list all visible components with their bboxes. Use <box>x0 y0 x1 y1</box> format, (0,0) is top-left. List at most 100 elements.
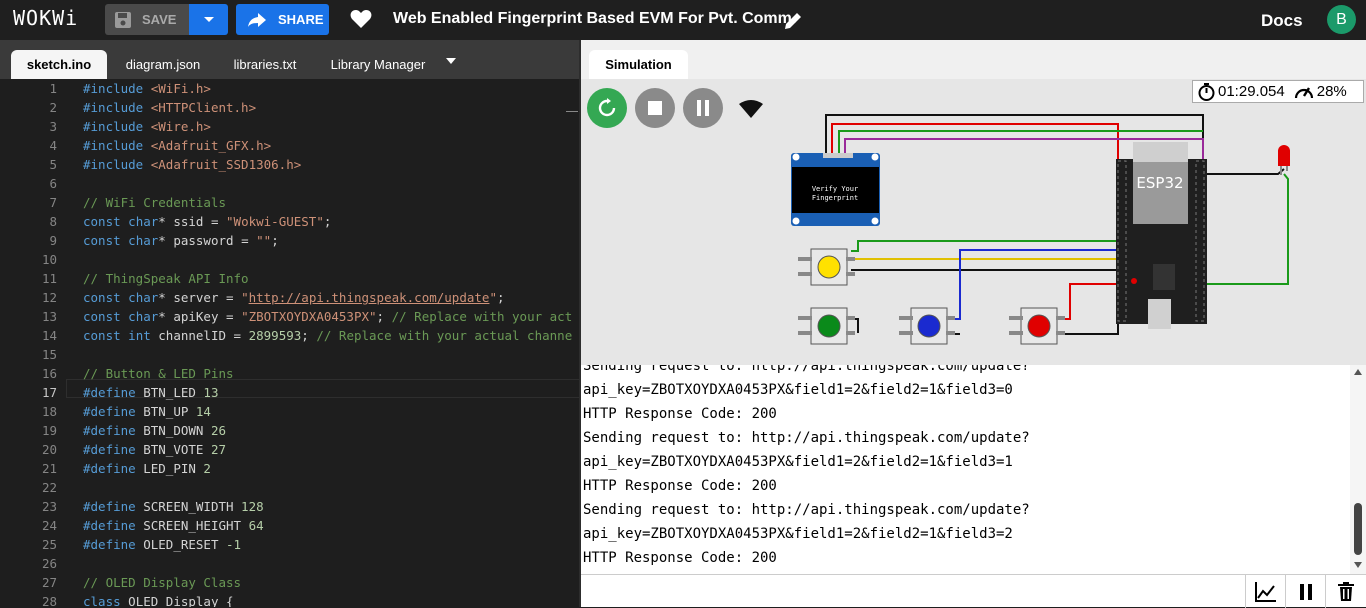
tab-diagram-json[interactable]: diagram.json <box>113 50 213 79</box>
clear-serial-button[interactable] <box>1325 575 1365 608</box>
serial-pause-button[interactable] <box>1285 575 1325 608</box>
code-line[interactable]: 19 #define BTN_DOWN 26 <box>0 421 580 440</box>
docs-link[interactable]: Docs <box>1261 11 1303 31</box>
code-text: #include <Adafruit_GFX.h> <box>83 138 272 153</box>
code-line[interactable]: 7 // WiFi Credentials <box>0 193 580 212</box>
code-line[interactable]: 4 #include <Adafruit_GFX.h> <box>0 136 580 155</box>
user-avatar[interactable]: B <box>1327 5 1356 34</box>
code-text: // WiFi Credentials <box>83 195 226 210</box>
wokwi-logo[interactable]: WOKWi <box>13 6 78 30</box>
share-button[interactable]: SHARE <box>236 4 329 35</box>
line-number: 5 <box>49 157 57 172</box>
code-line[interactable]: 9 const char* password = ""; <box>0 231 580 250</box>
code-line[interactable]: 17 #define BTN_LED 13 <box>0 383 580 402</box>
code-line[interactable]: 18 #define BTN_UP 14 <box>0 402 580 421</box>
tab-libraries-txt[interactable]: libraries.txt <box>220 50 310 79</box>
edit-pencil-icon[interactable] <box>783 11 803 31</box>
code-line[interactable]: 13 const char* apiKey = "ZBOTXOYDXA0453PX… <box>0 307 580 326</box>
code-text: #define OLED_RESET -1 <box>83 537 242 552</box>
line-number: 11 <box>41 271 57 286</box>
serial-scrollbar[interactable] <box>1350 365 1366 574</box>
code-text: #define BTN_VOTE 27 <box>83 442 227 457</box>
code-line[interactable]: 12 const char* server = "http://api.thing… <box>0 288 580 307</box>
plotter-button[interactable] <box>1245 575 1285 608</box>
circuit-diagram[interactable]: Verify Your Fingerprint ESP32 <box>581 79 1366 365</box>
code-text: #define SCREEN_WIDTH 128 <box>83 499 264 514</box>
code-line[interactable]: 24 #define SCREEN_HEIGHT 64 <box>0 516 580 535</box>
code-line[interactable]: 21 #define LED_PIN 2 <box>0 459 580 478</box>
code-line[interactable]: 1 #include <WiFi.h> <box>0 79 580 98</box>
code-line[interactable]: 8 const char* ssid = "Wokwi-GUEST"; <box>0 212 580 231</box>
code-text: // OLED Display Class <box>83 575 242 590</box>
pushbutton-blue <box>899 307 955 345</box>
scroll-down-icon[interactable] <box>1354 562 1362 568</box>
line-number: 1 <box>49 81 57 96</box>
code-line[interactable]: 6 <box>0 174 580 193</box>
code-line[interactable]: 27 // OLED Display Class <box>0 573 580 592</box>
code-line[interactable]: 10 <box>0 250 580 269</box>
code-line[interactable]: 26 <box>0 554 580 573</box>
code-text: const int channelID = 2899593; // Replac… <box>83 328 573 343</box>
serial-line: HTTP Response Code: 200 <box>583 550 777 566</box>
code-line[interactable]: 11 // ThingSpeak API Info <box>0 269 580 288</box>
code-editor[interactable]: 1 #include <WiFi.h> 2 #include <HTTPClient.… <box>0 79 580 607</box>
line-number: 4 <box>49 138 57 153</box>
line-number: 8 <box>49 214 57 229</box>
code-line[interactable]: 2 #include <HTTPClient.h> <box>0 98 580 117</box>
share-label: SHARE <box>278 12 324 27</box>
serial-scroll-thumb[interactable] <box>1354 503 1362 555</box>
code-line[interactable]: 16 // Button & LED Pins <box>0 364 580 383</box>
code-text: // ThingSpeak API Info <box>83 271 249 286</box>
esp32-label: ESP32 <box>1136 174 1183 192</box>
code-text: #define BTN_UP 14 <box>83 404 211 419</box>
editor-tabs: sketch.ino diagram.json libraries.txt Li… <box>0 40 580 79</box>
code-text: // Button & LED Pins <box>83 366 234 381</box>
code-line[interactable]: 25 #define OLED_RESET -1 <box>0 535 580 554</box>
oled-text-line-2: Fingerprint <box>812 194 858 202</box>
line-number: 6 <box>49 176 57 191</box>
code-text: const char* server = "http://api.thingsp… <box>83 290 505 305</box>
code-line[interactable]: 15 <box>0 345 580 364</box>
trash-icon <box>1337 582 1354 601</box>
serial-line: api_key=ZBOTXOYDXA0453PX&field1=2&field2… <box>583 526 1013 542</box>
tab-simulation[interactable]: Simulation <box>589 50 688 79</box>
simulation-canvas[interactable]: 01:29.054 28% Verify Your Fingerprint ES… <box>581 79 1366 365</box>
code-line[interactable]: 14 const int channelID = 2899593; // Repl… <box>0 326 580 345</box>
serial-line: Sending request to: http://api.thingspea… <box>583 365 1030 374</box>
line-number: 9 <box>49 233 57 248</box>
code-text: #include <WiFi.h> <box>83 81 211 96</box>
line-number: 21 <box>41 461 57 476</box>
code-line[interactable]: 3 #include <Wire.h> <box>0 117 580 136</box>
line-number: 16 <box>41 366 57 381</box>
code-text: #include <HTTPClient.h> <box>83 100 257 115</box>
serial-line: Sending request to: http://api.thingspea… <box>583 502 1030 518</box>
scroll-up-icon[interactable] <box>1354 369 1362 375</box>
editor-scroll-marker <box>566 111 578 112</box>
line-number: 28 <box>41 594 57 607</box>
share-icon <box>248 12 266 27</box>
serial-input[interactable] <box>581 576 1245 607</box>
code-text: class OLED_Display { <box>83 594 234 607</box>
code-line[interactable]: 20 #define BTN_VOTE 27 <box>0 440 580 459</box>
code-text: const char* ssid = "Wokwi-GUEST"; <box>83 214 332 229</box>
simulation-tabs: Simulation <box>581 40 1366 79</box>
tab-sketch-ino[interactable]: sketch.ino <box>11 50 107 79</box>
code-line[interactable]: 22 <box>0 478 580 497</box>
heart-icon[interactable] <box>350 9 372 29</box>
tab-library-manager[interactable]: Library Manager <box>318 50 438 79</box>
pushbutton-red <box>1009 307 1065 345</box>
code-line[interactable]: 5 #include <Adafruit_SSD1306.h> <box>0 155 580 174</box>
serial-monitor-output[interactable]: Sending request to: http://api.thingspea… <box>581 365 1366 574</box>
save-options-dropdown[interactable] <box>189 4 228 35</box>
chart-icon <box>1254 581 1276 602</box>
tabs-menu-caret-icon[interactable] <box>446 58 456 64</box>
line-number: 19 <box>41 423 57 438</box>
chevron-down-icon <box>203 16 214 22</box>
code-line[interactable]: 28 class OLED_Display { <box>0 592 580 607</box>
line-number: 23 <box>41 499 57 514</box>
code-line[interactable]: 23 #define SCREEN_WIDTH 128 <box>0 497 580 516</box>
serial-line: HTTP Response Code: 200 <box>583 406 777 422</box>
line-number: 17 <box>41 385 57 400</box>
line-number: 15 <box>41 347 57 362</box>
save-button[interactable]: SAVE <box>105 4 189 35</box>
